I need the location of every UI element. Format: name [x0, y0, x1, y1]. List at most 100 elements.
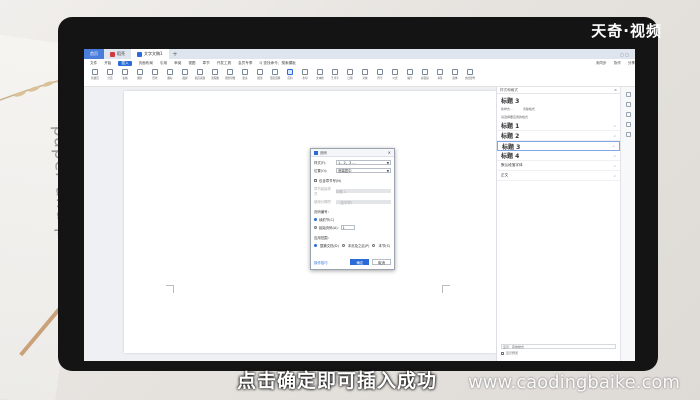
tab-home[interactable]: 首页 — [84, 49, 104, 59]
include-chapter-checkbox[interactable] — [314, 179, 317, 182]
start-number-value: 1 — [342, 225, 345, 230]
ribbon-button-8[interactable]: 流程图 — [210, 69, 220, 80]
apply-section-radio[interactable] — [372, 244, 376, 247]
ribbon-label: 窗体 — [452, 77, 458, 80]
show-select[interactable]: 显示：有效样式 — [501, 344, 616, 349]
close-icon[interactable]: × — [614, 88, 617, 92]
menu-item-4[interactable]: 引用 — [160, 61, 167, 66]
ribbon-label: 页眉页脚 — [269, 77, 281, 80]
ribbon-icon — [227, 69, 233, 75]
style-item[interactable]: 标题 1 ↵ — [497, 121, 620, 131]
dialog-title: 页码 — [320, 151, 327, 155]
menu-bar: 文件 开始 插入 页面布局 引用 审阅 视图 章节 开发工具 会员专享 Q 查找命令、搜索模板 未同步… — [84, 59, 635, 67]
ribbon-button-14[interactable]: 水印 — [300, 69, 310, 80]
style-item[interactable]: 默认段落字体 ↵ — [497, 161, 620, 171]
menu-item-1[interactable]: 开始 — [104, 61, 111, 66]
ribbon-button-7[interactable]: 稻壳资源 — [195, 69, 205, 80]
styles-panel-header: 样式和格式 × — [497, 87, 620, 94]
style-select[interactable]: 1，2，3 ... ▼ — [336, 160, 391, 165]
current-style[interactable]: 标题 3 — [497, 94, 620, 107]
apply-whole-radio[interactable] — [314, 244, 317, 247]
help-icon[interactable] — [625, 122, 631, 127]
window-controls[interactable]: ▢ ▢ — [620, 52, 635, 57]
style-item[interactable]: 标题 2 ↵ — [497, 131, 620, 141]
style-value: 1，2，3 ... — [338, 161, 356, 165]
ribbon-button-18[interactable]: 对象 — [360, 69, 370, 80]
ribbon-button-0[interactable]: 新建页 — [90, 69, 100, 80]
continue-label: 续前节(C) — [319, 218, 335, 222]
style-list: 标题 1 ↵ 标题 2 ↵ 标题 3 ↵ 标题 4 ↵ 默认段落字体 ↵ 正文 ↵ — [497, 121, 620, 181]
tips-link[interactable]: 操作技巧 — [314, 260, 328, 265]
ribbon-button-15[interactable]: 文本框 — [315, 69, 325, 80]
menu-item-0[interactable]: 文件 — [90, 61, 97, 66]
ribbon-toolbar: 新建页 分页 表格 图片 形状 图标 截屏 稻壳资源 流程图 思维导图 更多 批注 页眉页脚 页码 水印 文本… — [84, 67, 635, 87]
ribbon-button-2[interactable]: 表格 — [120, 69, 130, 80]
ribbon-label: 艺术字 — [331, 77, 339, 80]
ribbon-label: 更多 — [242, 77, 248, 80]
style-item[interactable]: 标题 3 ↵ — [497, 141, 620, 151]
ribbon-icon — [437, 69, 443, 75]
clear-format-link[interactable]: 清除格式 — [523, 107, 535, 111]
menu-item-7[interactable]: 章节 — [203, 61, 210, 66]
ribbon-button-6[interactable]: 截屏 — [180, 69, 190, 80]
ribbon-button-4[interactable]: 形状 — [150, 69, 160, 80]
menu-right-2[interactable]: 分享 — [628, 61, 635, 66]
ribbon-icon — [392, 69, 398, 75]
ribbon-icon — [407, 69, 413, 75]
ribbon-label: 流程图 — [211, 77, 219, 80]
menu-item-2[interactable]: 插入 — [118, 60, 132, 66]
share-icon[interactable] — [625, 132, 631, 137]
ribbon-icon — [182, 69, 188, 75]
ribbon-button-12[interactable]: 页眉页脚 — [270, 69, 280, 80]
ribbon-button-9[interactable]: 思维导图 — [225, 69, 235, 80]
ribbon-button-21[interactable]: 编号 — [405, 69, 415, 80]
style-item[interactable]: 标题 4 ↵ — [497, 151, 620, 161]
ribbon-button-13[interactable]: 页码 — [285, 69, 295, 80]
ribbon-button-20[interactable]: 公式 — [390, 69, 400, 80]
menu-item-8[interactable]: 开发工具 — [217, 61, 231, 66]
ribbon-button-24[interactable]: 窗体 — [450, 69, 460, 80]
menu-item-10[interactable]: Q 查找命令、搜索模板 — [259, 61, 295, 66]
menu-right-1[interactable]: 协作 — [614, 61, 621, 66]
ribbon-button-19[interactable]: 符号 — [375, 69, 385, 80]
tab-docer[interactable]: 稻壳 — [104, 49, 131, 59]
ribbon-button-23[interactable]: 书签 — [435, 69, 445, 80]
ribbon-button-1[interactable]: 分页 — [105, 69, 115, 80]
cancel-button[interactable]: 取消 — [372, 259, 391, 265]
position-select[interactable]: 底端居中 ▼ — [336, 168, 391, 173]
ribbon-button-5[interactable]: 图标 — [165, 69, 175, 80]
new-style-link[interactable]: 新样式... — [501, 107, 513, 111]
ribbon-button-25[interactable]: 文档部件 — [465, 69, 475, 80]
ribbon-button-22[interactable]: 超链接 — [420, 69, 430, 80]
style-icon[interactable] — [625, 92, 631, 97]
ribbon-icon — [362, 69, 368, 75]
start-number-input[interactable]: 1 — [340, 225, 355, 230]
apply-after-radio[interactable] — [341, 244, 345, 247]
menu-right-0[interactable]: 未同步 — [596, 61, 607, 66]
ribbon-button-16[interactable]: 艺术字 — [330, 69, 340, 80]
select-icon[interactable] — [625, 102, 631, 107]
show-preview-checkbox[interactable] — [501, 351, 504, 355]
ribbon-button-17[interactable]: 日期 — [345, 69, 355, 80]
new-tab-button[interactable]: + — [169, 51, 182, 58]
document-icon — [137, 51, 142, 57]
menu-item-5[interactable]: 审阅 — [174, 61, 181, 66]
ribbon-icon — [467, 69, 473, 75]
apply-section-label: 本节(S) — [378, 244, 391, 248]
ribbon-button-10[interactable]: 更多 — [240, 69, 250, 80]
style-item[interactable]: 正文 ↵ — [497, 171, 620, 181]
menu-item-9[interactable]: 会员专享 — [238, 61, 252, 66]
close-icon[interactable]: × — [388, 150, 391, 155]
menu-item-6[interactable]: 视图 — [188, 61, 195, 66]
tool-icon[interactable] — [625, 112, 631, 117]
start-radio[interactable] — [314, 226, 317, 229]
ok-button[interactable]: 确定 — [350, 259, 370, 265]
menu-item-3[interactable]: 页面布局 — [139, 61, 153, 66]
tab-document[interactable]: 文字文稿1 — [131, 49, 169, 59]
ribbon-icon — [212, 69, 218, 75]
ribbon-icon — [167, 69, 173, 75]
ribbon-button-3[interactable]: 图片 — [135, 69, 145, 80]
continue-radio[interactable] — [314, 218, 317, 221]
paragraph-mark-icon: ↵ — [613, 173, 616, 178]
ribbon-button-11[interactable]: 批注 — [255, 69, 265, 80]
